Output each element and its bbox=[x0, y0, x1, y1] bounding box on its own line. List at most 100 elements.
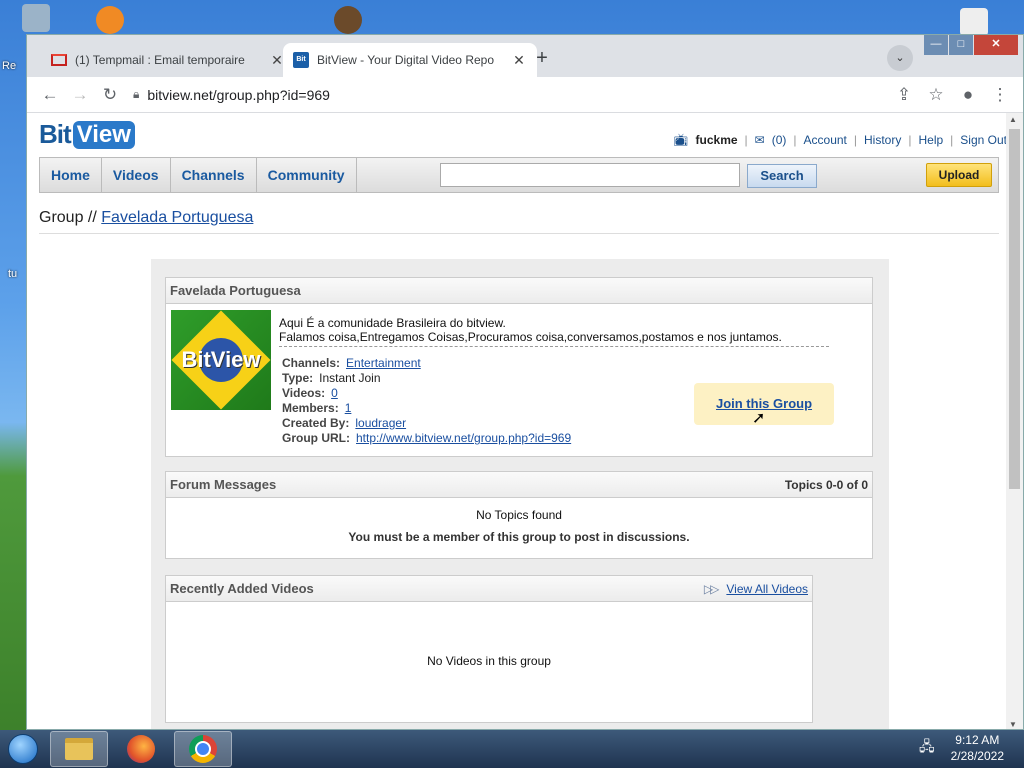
menu-kebab-icon[interactable]: ⋮ bbox=[985, 80, 1015, 110]
group-meta: Channels: Entertainment Type: Instant Join… bbox=[282, 356, 571, 446]
group-info-box: Favelada Portuguesa BitView Aqui É a com… bbox=[165, 277, 873, 457]
creator-link[interactable]: loudrager bbox=[355, 416, 406, 431]
group-image[interactable]: BitView bbox=[171, 310, 271, 410]
dashed-divider bbox=[279, 346, 829, 347]
bitview-icon: Bit bbox=[293, 52, 309, 68]
type-label: Type: bbox=[282, 371, 314, 385]
windows-orb-icon bbox=[8, 734, 38, 764]
folder-icon bbox=[65, 738, 93, 760]
channels-link[interactable]: Entertainment bbox=[346, 356, 421, 371]
group-info-header: Favelada Portuguesa bbox=[166, 278, 872, 304]
search-button[interactable]: Search bbox=[747, 164, 817, 188]
history-link[interactable]: History bbox=[864, 133, 901, 147]
recent-videos-title: Recently Added Videos bbox=[170, 581, 314, 596]
taskbar-explorer[interactable] bbox=[50, 731, 108, 767]
tv-icon: 📺︎ bbox=[673, 133, 689, 147]
back-button[interactable]: ← bbox=[35, 80, 65, 110]
forum-header: Forum Messages Topics 0-0 of 0 bbox=[166, 472, 872, 498]
taskbar: 🖧︎ 9:12 AM 2/28/2022 bbox=[0, 730, 1024, 768]
scroll-thumb[interactable] bbox=[1009, 129, 1020, 489]
browser-window: (1) Tempmail : Email temporaire ✕ Bit Bi… bbox=[26, 34, 1024, 730]
tab-tempmail[interactable]: (1) Tempmail : Email temporaire ✕ bbox=[41, 43, 295, 77]
channels-label: Channels: bbox=[282, 356, 341, 370]
account-link[interactable]: Account bbox=[804, 133, 847, 147]
logo-bit: Bit bbox=[39, 119, 72, 149]
search-input[interactable] bbox=[440, 163, 740, 187]
url-text: bitview.net/group.php?id=969 bbox=[147, 86, 330, 103]
profile-icon[interactable]: ● bbox=[953, 80, 983, 110]
breadcrumb-group-link[interactable]: Favelada Portuguesa bbox=[101, 209, 253, 226]
close-tab-icon[interactable]: ✕ bbox=[511, 52, 527, 69]
firefox-icon bbox=[127, 735, 155, 763]
reload-button[interactable]: ↻ bbox=[95, 80, 125, 110]
logo-view: View bbox=[72, 120, 135, 149]
videos-label: Videos: bbox=[282, 386, 326, 400]
nav-community[interactable]: Community bbox=[257, 158, 357, 192]
maximize-button[interactable]: □ bbox=[949, 35, 973, 55]
gmail-icon bbox=[51, 54, 67, 66]
page-scrollbar[interactable]: ▲ ▼ bbox=[1006, 113, 1023, 729]
recent-videos-header: Recently Added Videos ▷▷ View All Videos bbox=[166, 576, 812, 602]
view-all-videos-link[interactable]: View All Videos bbox=[726, 582, 808, 596]
nav-channels[interactable]: Channels bbox=[171, 158, 257, 192]
lock-icon[interactable]: 🔒︎ bbox=[133, 87, 139, 102]
share-icon[interactable]: ⇪ bbox=[889, 80, 919, 110]
group-image-text: BitView bbox=[181, 347, 261, 372]
sign-out-link[interactable]: Sign Out bbox=[960, 133, 1007, 147]
group-url-link[interactable]: http://www.bitview.net/group.php?id=969 bbox=[356, 431, 571, 446]
members-label: Members: bbox=[282, 401, 339, 415]
clock[interactable]: 9:12 AM 2/28/2022 bbox=[951, 732, 1004, 764]
page-content: Bit View 📺︎ fuckme | ✉ (0) | Account | H… bbox=[27, 113, 1007, 729]
desktop-firefox-icon[interactable] bbox=[96, 6, 124, 34]
created-by-label: Created By: bbox=[282, 416, 350, 430]
desktop-file-icon[interactable] bbox=[960, 8, 988, 36]
nav-videos[interactable]: Videos bbox=[102, 158, 171, 192]
group-panel: Favelada Portuguesa BitView Aqui É a com… bbox=[151, 259, 889, 729]
upload-button[interactable]: Upload bbox=[926, 163, 992, 187]
taskbar-firefox[interactable] bbox=[112, 731, 170, 767]
divider bbox=[39, 233, 999, 234]
recent-videos-box: Recently Added Videos ▷▷ View All Videos… bbox=[165, 575, 813, 723]
tab-strip: (1) Tempmail : Email temporaire ✕ Bit Bi… bbox=[27, 35, 1023, 77]
user-bar: 📺︎ fuckme | ✉ (0) | Account | History | … bbox=[673, 133, 1007, 147]
no-videos-text: No Videos in this group bbox=[427, 654, 551, 668]
inbox-count[interactable]: (0) bbox=[772, 133, 787, 147]
address-bar[interactable]: 🔒︎ bitview.net/group.php?id=969 bbox=[125, 81, 889, 109]
close-window-button[interactable]: ✕ bbox=[974, 35, 1018, 55]
scroll-up-icon[interactable]: ▲ bbox=[1009, 115, 1017, 124]
help-link[interactable]: Help bbox=[918, 133, 943, 147]
group-description: Aqui É a comunidade Brasileira do bitvie… bbox=[279, 316, 782, 344]
forward-button[interactable]: → bbox=[65, 80, 95, 110]
forum-title: Forum Messages bbox=[170, 477, 277, 492]
group-title: Favelada Portuguesa bbox=[170, 283, 301, 298]
type-value: Instant Join bbox=[319, 371, 381, 385]
topics-count: Topics 0-0 of 0 bbox=[784, 477, 868, 492]
start-button[interactable] bbox=[0, 730, 46, 768]
scroll-down-icon[interactable]: ▼ bbox=[1009, 720, 1017, 729]
tab-search-button[interactable]: ⌄ bbox=[887, 45, 913, 71]
minimize-button[interactable]: — bbox=[924, 35, 948, 55]
username-link[interactable]: fuckme bbox=[696, 133, 738, 147]
chrome-icon bbox=[189, 735, 217, 763]
desktop-label-1: Re bbox=[2, 60, 17, 72]
bitview-logo[interactable]: Bit View bbox=[39, 119, 135, 150]
bookmark-star-icon[interactable]: ☆ bbox=[921, 80, 951, 110]
tab-bitview[interactable]: Bit BitView - Your Digital Video Repo ✕ bbox=[283, 43, 537, 77]
clock-date: 2/28/2022 bbox=[950, 749, 1004, 763]
desktop-app-icon[interactable] bbox=[334, 6, 362, 34]
system-tray: 🖧︎ 9:12 AM 2/28/2022 bbox=[919, 732, 1004, 764]
videos-count-link[interactable]: 0 bbox=[331, 386, 338, 401]
desktop-recycle-bin-icon[interactable] bbox=[22, 4, 50, 32]
members-count-link[interactable]: 1 bbox=[345, 401, 352, 416]
breadcrumb: Group // Favelada Portuguesa bbox=[39, 209, 253, 227]
desktop-label-2: tu bbox=[8, 268, 18, 280]
forum-box: Forum Messages Topics 0-0 of 0 No Topics… bbox=[165, 471, 873, 559]
mail-icon[interactable]: ✉ bbox=[755, 133, 765, 147]
description-line-2: Falamos coisa,Entregamos Coisas,Procuram… bbox=[279, 330, 782, 344]
tab-title: (1) Tempmail : Email temporaire bbox=[75, 53, 245, 67]
nav-home[interactable]: Home bbox=[40, 158, 102, 192]
taskbar-chrome[interactable] bbox=[174, 731, 232, 767]
new-tab-button[interactable]: + bbox=[529, 46, 555, 72]
network-icon[interactable]: 🖧︎ bbox=[919, 736, 935, 760]
browser-toolbar: ← → ↻ 🔒︎ bitview.net/group.php?id=969 ⇪ … bbox=[27, 77, 1023, 113]
